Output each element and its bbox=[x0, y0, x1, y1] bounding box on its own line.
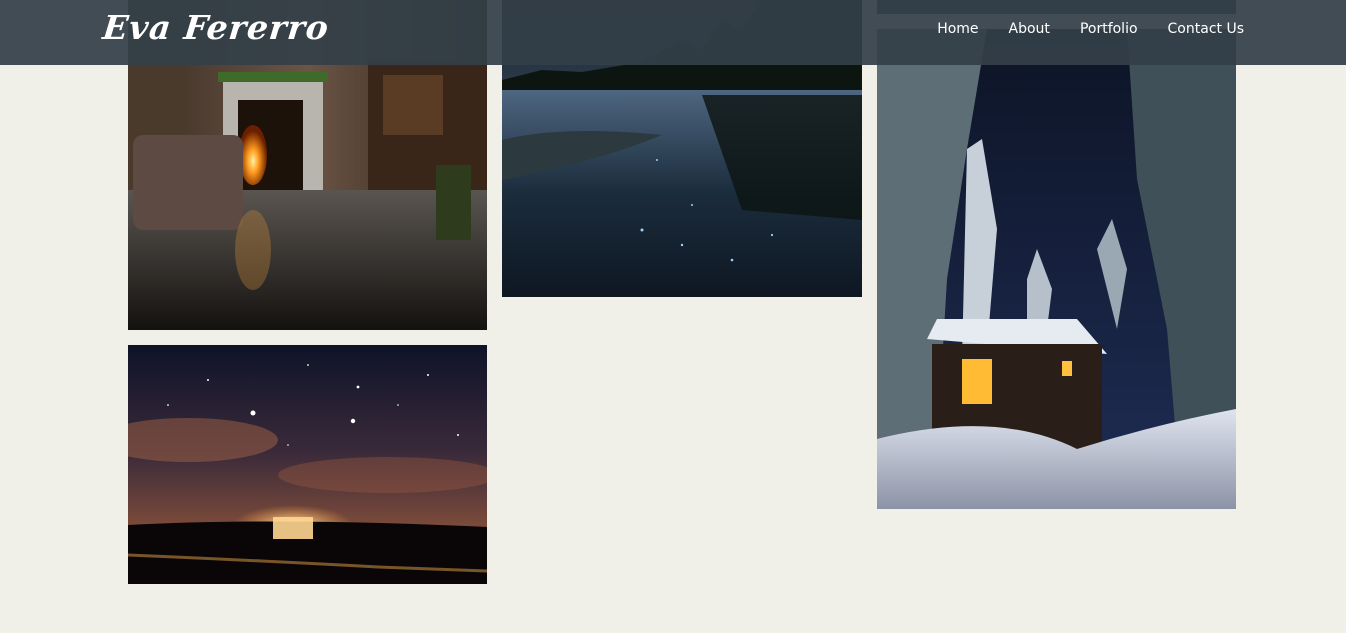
nav-portfolio-link[interactable]: Portfolio bbox=[1080, 21, 1138, 37]
nav-about-link[interactable]: About bbox=[1009, 21, 1050, 37]
nav-home-link[interactable]: Home bbox=[937, 21, 978, 37]
nav-contact-link[interactable]: Contact Us bbox=[1168, 21, 1244, 37]
snowy-cabin-photo[interactable] bbox=[877, 29, 1236, 509]
portfolio-page: Eva Fererro Home About Portfolio Contact… bbox=[0, 0, 1346, 633]
brand-logo[interactable]: Eva Fererro bbox=[101, 8, 331, 47]
starry-night-sky-photo[interactable] bbox=[128, 345, 487, 584]
site-header: Eva Fererro Home About Portfolio Contact… bbox=[0, 0, 1346, 65]
snowy-cabin-image bbox=[877, 29, 1236, 509]
main-nav: Home About Portfolio Contact Us bbox=[937, 21, 1244, 37]
starry-night-sky-image bbox=[128, 345, 487, 584]
